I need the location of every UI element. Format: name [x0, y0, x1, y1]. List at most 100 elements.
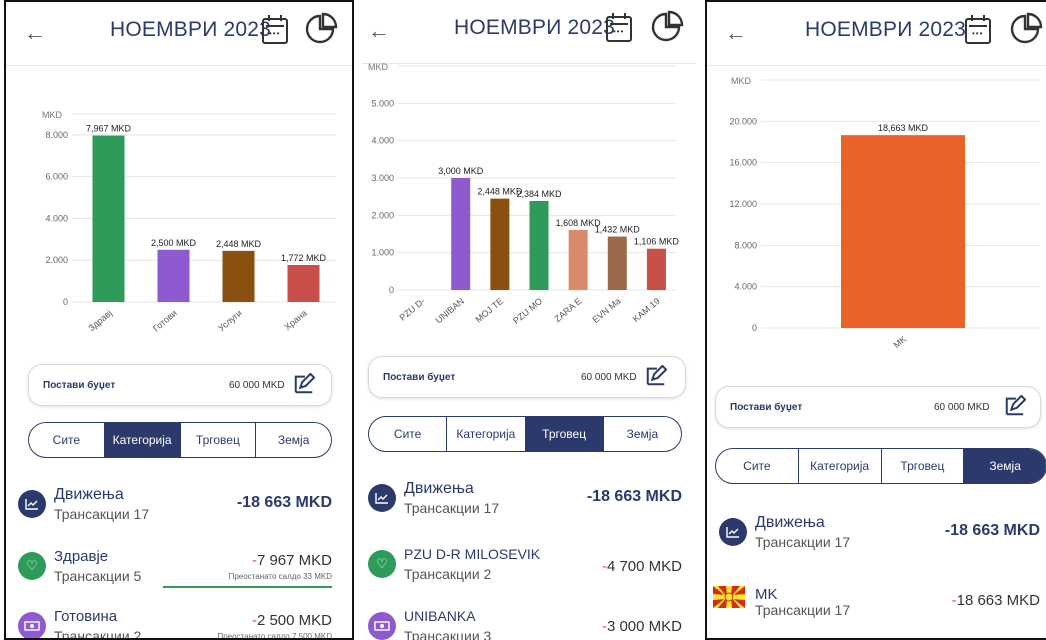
list-item[interactable]: MK Трансакции 17 -18 663 MKD [707, 586, 1046, 638]
x-tick-label: UNIBAN [434, 296, 466, 326]
edit-icon[interactable] [645, 365, 667, 387]
y-tick-label: 0 [752, 323, 757, 333]
y-tick-label: 0 [63, 297, 68, 307]
screen-category: ← НОЕМВРИ 2023 ••• MKD 0 2.000 4.000 6.000 8.… [4, 0, 354, 640]
y-tick-label: 4.000 [45, 213, 68, 223]
y-tick-label: 2.000 [45, 255, 68, 265]
budget-label: Постави буџет [383, 371, 456, 383]
item-sub: Трансакции 5 [54, 568, 142, 584]
x-tick-label: MOJ TE [474, 296, 506, 325]
pie-chart-icon[interactable] [650, 10, 684, 44]
edit-icon[interactable] [1004, 395, 1026, 417]
budget-card[interactable]: Постави буџет 60 000 MKD [28, 364, 332, 406]
month-title[interactable]: НОЕМВРИ 2023 [454, 16, 615, 40]
item-name: MK [755, 586, 778, 603]
item-amount: -18 663 MKD [952, 592, 1040, 609]
bar [287, 264, 320, 302]
tab-all[interactable]: Сите [29, 423, 105, 457]
item-amount-value: 2 500 MKD [256, 612, 332, 629]
tab-country[interactable]: Земја [256, 423, 331, 457]
x-tick-label: PZU MO [511, 296, 544, 326]
bar [841, 135, 965, 328]
y-tick-label: 4.000 [734, 282, 757, 292]
bar-chart-svg: MKD 0 2.000 4.000 6.000 8.000 7,967 MKD Здравј 2… [42, 110, 336, 334]
month-title[interactable]: НОЕМВРИ 2023 [805, 18, 966, 42]
y-tick-label: 6.000 [45, 172, 68, 182]
month-title[interactable]: НОЕМВРИ 2023 [110, 18, 271, 42]
chart-trend-icon [719, 518, 747, 546]
item-amount-value: 4 700 MKD [606, 558, 682, 575]
tab-category[interactable]: Категорија [799, 449, 882, 483]
cash-icon [368, 612, 396, 640]
tab-country[interactable]: Земја [964, 449, 1046, 483]
budget-amount: 60 000 MKD [229, 379, 285, 391]
heart-icon: ♡ [18, 552, 46, 580]
bar [568, 229, 588, 290]
bar [490, 198, 510, 290]
macedonia-flag-icon [713, 586, 745, 608]
back-arrow-icon[interactable]: ← [368, 18, 390, 44]
list-item[interactable]: ♡ Здравје Трансакции 5 -7 967 MKD Преост… [6, 548, 352, 600]
pie-chart-icon[interactable] [1009, 12, 1043, 46]
tab-merchant[interactable]: Трговец [525, 417, 604, 451]
tab-category[interactable]: Категорија [104, 423, 181, 457]
item-sub: Трансакции 3 [404, 628, 492, 640]
summary-row[interactable]: Движења Трансакции 17 -18 663 MKD [707, 514, 1046, 566]
list-item[interactable]: Готовина Трансакции 2 -2 500 MKD Преоста… [6, 608, 352, 638]
x-tick-label: Храна [282, 308, 308, 332]
list-item[interactable]: ♡ PZU D-R MILOSEVIK Трансакции 2 -4 700 … [362, 546, 696, 598]
budget-card[interactable]: Постави буџет 60 000 MKD [715, 386, 1041, 428]
calendar-icon[interactable]: ••• [262, 15, 288, 44]
back-arrow-icon[interactable]: ← [24, 20, 46, 46]
item-name: UNIBANKA [404, 608, 476, 624]
x-tick-label: MK [892, 334, 909, 350]
tab-merchant[interactable]: Трговец [882, 449, 965, 483]
app-header: ← НОЕМВРИ 2023 ••• [707, 2, 1046, 66]
budget-progress-bar [163, 586, 332, 588]
calendar-icon[interactable]: ••• [606, 13, 632, 42]
bar [529, 200, 549, 290]
summary-sub: Трансакции 17 [404, 500, 500, 516]
y-tick-label: 16.000 [729, 158, 757, 168]
data-label: 2,384 MKD [516, 189, 562, 199]
data-label: 2,448 MKD [216, 239, 262, 249]
segmented-tabs: Сите Категорија Трговец Земја [368, 416, 682, 452]
screens-container: ← НОЕМВРИ 2023 ••• MKD 0 2.000 4.000 6.000 8.… [0, 0, 1046, 640]
y-tick-label: 5.000 [371, 98, 394, 108]
summary-name: Движења [755, 514, 825, 531]
edit-icon[interactable] [293, 373, 315, 395]
axis-label: MKD [42, 110, 63, 120]
budget-amount: 60 000 MKD [581, 371, 637, 383]
budget-label: Постави буџет [730, 401, 803, 413]
heart-icon: ♡ [368, 550, 396, 578]
app-header: ← НОЕМВРИ 2023 ••• [6, 2, 352, 66]
tab-all[interactable]: Сите [369, 417, 448, 451]
y-tick-label: 0 [389, 285, 394, 295]
summary-sub: Трансакции 17 [54, 506, 150, 522]
pie-chart-icon[interactable] [304, 12, 338, 46]
tab-country[interactable]: Земја [604, 417, 681, 451]
segmented-tabs: Сите Категорија Трговец Земја [28, 422, 332, 458]
back-arrow-icon[interactable]: ← [725, 20, 747, 46]
calendar-icon[interactable]: ••• [965, 15, 991, 44]
summary-row[interactable]: Движења Трансакции 17 -18 663 MKD [362, 480, 696, 532]
item-sub: Трансакции 17 [755, 602, 851, 618]
tab-merchant[interactable]: Трговец [181, 423, 257, 457]
x-tick-label: PZU D- [397, 296, 426, 323]
item-remaining: Преостанато салдо 33 MKD [228, 572, 332, 581]
budget-card[interactable]: Постави буџет 60 000 MKD [368, 356, 686, 398]
x-tick-label: Готови [151, 308, 179, 334]
tab-category[interactable]: Категорија [447, 417, 526, 451]
y-tick-label: 4.000 [371, 136, 394, 146]
screen-country: ← НОЕМВРИ 2023 ••• MKD 0 4.000 8.000 12.000 1… [705, 0, 1046, 640]
tab-all[interactable]: Сите [716, 449, 799, 483]
item-name: PZU D-R MILOSEVIK [404, 546, 541, 562]
item-amount: -3 000 MKD [602, 618, 682, 635]
item-name: Готовина [54, 608, 118, 625]
summary-row[interactable]: Движења Трансакции 17 -18 663 MKD [6, 486, 352, 538]
y-tick-label: 3.000 [371, 173, 394, 183]
bar [607, 236, 627, 290]
summary-amount: -18 663 MKD [944, 522, 1040, 539]
list-item[interactable]: UNIBANKA Трансакции 3 -3 000 MKD [362, 608, 696, 640]
summary-name: Движења [54, 486, 124, 503]
